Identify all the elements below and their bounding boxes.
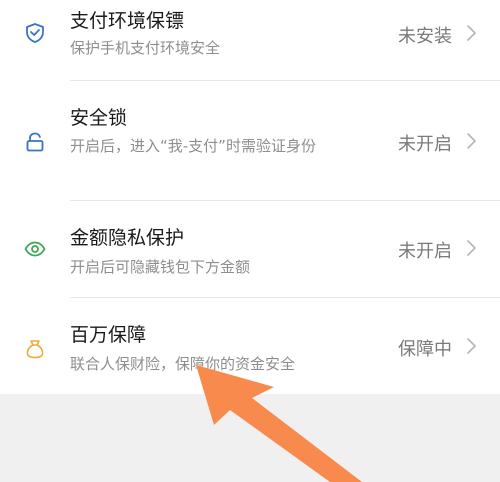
item-title: 支付环境保镖 <box>70 10 185 32</box>
empty-background-area <box>0 394 500 482</box>
item-million-guarantee[interactable]: 百万保障 联合人保财险，保障你的资金安全 保障中 <box>0 298 500 394</box>
item-description: 开启后可隐藏钱包下方金额 <box>70 258 251 276</box>
item-amount-privacy[interactable]: 金额隐私保护 开启后可隐藏钱包下方金额 未开启 <box>0 201 500 297</box>
item-description: 开启后，进入“我-支付”时需验证身份 <box>70 137 316 155</box>
shield-check-icon <box>24 22 46 44</box>
item-status: 未安装 <box>398 26 452 47</box>
payment-security-list: 支付环境保镖 保护手机支付环境安全 未安装 安全锁 开启后，进入“我-支付”时需… <box>0 0 500 394</box>
item-status: 未开启 <box>398 134 452 155</box>
chevron-right-icon <box>466 337 478 355</box>
item-status: 未开启 <box>398 241 452 262</box>
item-payment-environment-guard[interactable]: 支付环境保镖 保护手机支付环境安全 未安装 <box>0 0 500 80</box>
item-description: 联合人保财险，保障你的资金安全 <box>70 355 296 373</box>
money-bag-icon <box>24 338 46 360</box>
item-title: 安全锁 <box>70 107 128 129</box>
chevron-right-icon <box>466 24 478 42</box>
chevron-right-icon <box>466 239 478 257</box>
item-security-lock[interactable]: 安全锁 开启后，进入“我-支付”时需验证身份 未开启 <box>0 81 500 200</box>
item-title: 百万保障 <box>70 324 147 346</box>
item-status: 保障中 <box>398 339 452 360</box>
lock-icon <box>24 131 46 153</box>
chevron-right-icon <box>466 132 478 150</box>
eye-icon <box>24 238 46 260</box>
item-title: 金额隐私保护 <box>70 227 185 249</box>
item-description: 保护手机支付环境安全 <box>70 39 221 57</box>
